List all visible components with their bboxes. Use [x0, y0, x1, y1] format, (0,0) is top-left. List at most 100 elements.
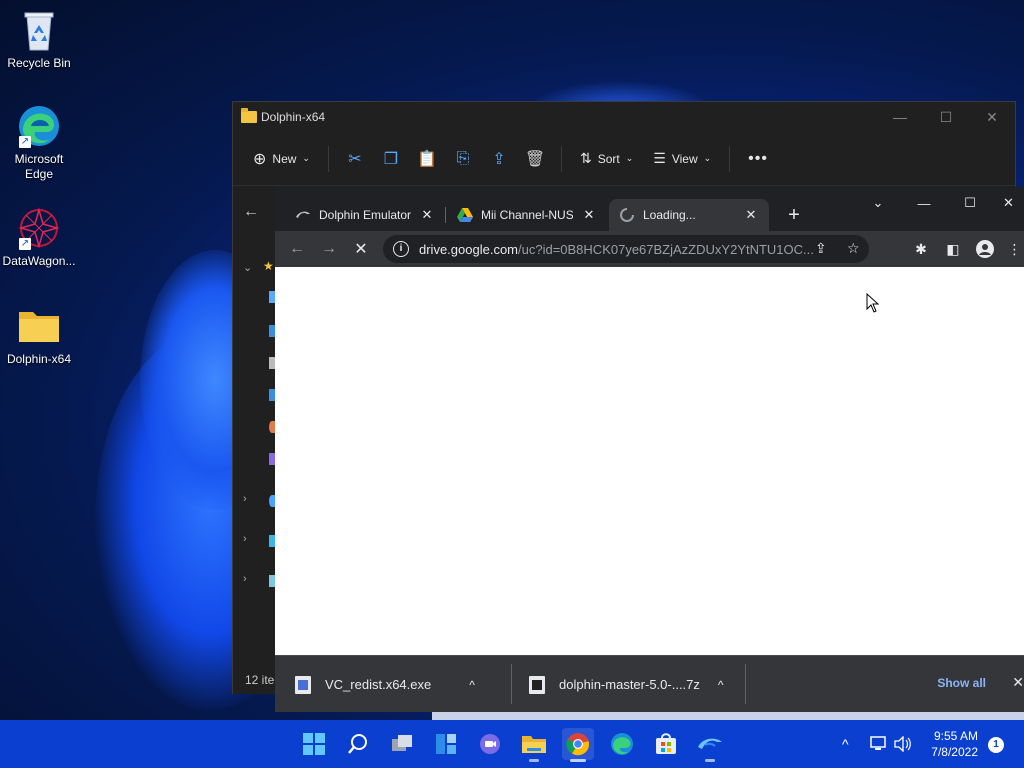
url-path: /uc?id=0B8HCK07ye67BZjAzZDUxY2YtNTU1OC..…	[518, 241, 814, 257]
new-button[interactable]: ⊕ New ⌄	[245, 143, 318, 175]
windows-start-icon[interactable]	[298, 728, 330, 760]
recycle-bin-icon	[17, 8, 61, 52]
view-button[interactable]: ☰ View ⌄	[645, 143, 719, 175]
minimize-button[interactable]: —	[901, 187, 947, 219]
back-arrow-icon[interactable]: ←	[243, 203, 259, 221]
chrome-menu-icon[interactable]: ⋮	[1005, 237, 1024, 261]
tab-loading[interactable]: Loading... ✕	[609, 199, 769, 231]
chevron-down-icon: ⌄	[703, 153, 712, 163]
address-bar[interactable]: i drive.google.com/uc?id=0B8HCK07ye67BZj…	[383, 235, 869, 263]
edge-icon[interactable]	[606, 728, 638, 760]
running-indicator	[705, 759, 715, 762]
show-hidden-icons-button[interactable]: ^	[842, 720, 849, 768]
explorer-nav-pane: ← ⌄ ★ › › ›	[233, 187, 275, 694]
download-name: dolphin-master-5.0-....7z	[559, 677, 700, 692]
task-view-icon[interactable]	[386, 728, 418, 760]
maximize-button[interactable]: ☐	[923, 102, 969, 132]
desktop-icon-label: DataWagon...	[2, 254, 76, 268]
widgets-icon[interactable]	[430, 728, 462, 760]
download-name: VC_redist.x64.exe	[325, 677, 432, 692]
desktop-icon-recycle-bin[interactable]: Recycle Bin	[1, 8, 77, 71]
store-icon[interactable]	[650, 728, 682, 760]
search-icon[interactable]	[342, 728, 374, 760]
loading-spinner-icon	[619, 207, 635, 223]
desktop-icon-dolphin-folder[interactable]: Dolphin-x64	[1, 304, 77, 367]
show-all-downloads-button[interactable]: Show all	[937, 676, 986, 690]
chrome-toolbar: ← → ✕ i drive.google.com/uc?id=0B8HCK07y…	[275, 231, 1024, 267]
sort-icon: ⇅	[579, 150, 592, 166]
download-item-dolphin-master[interactable]: dolphin-master-5.0-....7z ^	[529, 656, 724, 713]
copy-icon[interactable]: ❐	[375, 143, 407, 175]
delete-icon[interactable]: 🗑	[519, 143, 551, 175]
close-button[interactable]: ✕	[969, 102, 1015, 132]
close-tab-icon[interactable]: ✕	[419, 207, 435, 223]
bookmark-star-icon[interactable]: ☆	[847, 240, 860, 257]
rename-icon[interactable]: ⎘	[447, 143, 479, 175]
notification-badge[interactable]: 1	[988, 737, 1004, 753]
cut-icon[interactable]: ✂	[339, 143, 371, 175]
tab-search-button[interactable]: ⌄	[855, 187, 901, 219]
chevron-up-icon[interactable]: ^	[718, 678, 724, 692]
stop-loading-button[interactable]: ✕	[345, 233, 377, 265]
chevron-right-icon[interactable]: ›	[243, 533, 247, 545]
close-download-shelf-icon[interactable]: ✕	[1012, 674, 1024, 691]
active-indicator	[570, 759, 586, 762]
maximize-button[interactable]: ☐	[947, 187, 993, 219]
file-explorer-icon[interactable]	[518, 728, 550, 762]
close-button[interactable]: ✕	[993, 187, 1024, 219]
sort-button[interactable]: ⇅ Sort ⌄	[572, 143, 641, 175]
paste-icon[interactable]: 📋	[411, 143, 443, 175]
back-arrow-icon: ←	[289, 240, 305, 257]
address-url: drive.google.com/uc?id=0B8HCK07ye67BZjAz…	[419, 242, 831, 257]
new-tab-button[interactable]: +	[780, 201, 808, 229]
tab-title: Loading...	[643, 208, 696, 222]
side-panel-icon[interactable]: ◧	[941, 237, 965, 261]
chevron-up-icon[interactable]: ^	[469, 678, 475, 692]
download-divider	[511, 664, 512, 704]
chevron-right-icon[interactable]: ›	[243, 493, 247, 505]
chevron-down-icon: ⌄	[302, 153, 310, 163]
chrome-icon[interactable]	[562, 728, 594, 762]
forward-button[interactable]: →	[313, 233, 345, 265]
more-options-button[interactable]: •••	[740, 143, 776, 175]
folder-icon	[17, 304, 61, 348]
desktop-icon-datawagon[interactable]: ↗ DataWagon...	[1, 206, 77, 269]
desktop-icon-edge[interactable]: ↗ Microsoft Edge	[1, 104, 77, 182]
desktop-icon-label: Microsoft Edge	[14, 152, 64, 181]
tab-divider	[445, 207, 446, 223]
more-icon: •••	[748, 149, 768, 167]
chrome-tab-strip: Dolphin Emulator ✕ Mii Channel-NUS- ✕ Lo…	[275, 187, 1024, 231]
running-indicator	[529, 759, 539, 762]
dolphin-icon[interactable]	[694, 728, 726, 762]
download-shelf: VC_redist.x64.exe ^ dolphin-master-5.0-.…	[275, 655, 1024, 712]
site-info-icon[interactable]: i	[393, 241, 409, 257]
chrome-window[interactable]: Dolphin Emulator ✕ Mii Channel-NUS- ✕ Lo…	[275, 187, 1024, 712]
google-drive-icon	[457, 207, 473, 223]
network-icon[interactable]	[870, 720, 888, 768]
sort-button-label: Sort	[597, 151, 620, 166]
shortcut-arrow-icon: ↗	[19, 136, 31, 148]
profile-avatar-icon[interactable]	[973, 237, 997, 261]
explorer-titlebar[interactable]: Dolphin-x64 — ☐ ✕	[233, 102, 1015, 132]
back-button[interactable]: ←	[281, 233, 313, 265]
tab-mii-channel[interactable]: Mii Channel-NUS- ✕	[447, 199, 607, 231]
extensions-puzzle-icon[interactable]: ✱	[909, 237, 933, 261]
chevron-right-icon[interactable]: ›	[243, 573, 247, 585]
edge-icon: ↗	[17, 104, 61, 148]
forward-arrow-icon: →	[321, 240, 337, 257]
share-icon[interactable]: ⇪	[815, 240, 827, 257]
page-content-area[interactable]	[275, 267, 1024, 655]
close-tab-icon[interactable]: ✕	[581, 207, 597, 223]
window-edge-strip	[432, 712, 1024, 720]
chat-icon[interactable]	[474, 728, 506, 760]
chevron-up-icon: ^	[842, 736, 849, 752]
tab-dolphin-emulator[interactable]: Dolphin Emulator ✕	[285, 199, 445, 231]
minimize-button[interactable]: —	[877, 102, 923, 132]
tab-title: Mii Channel-NUS-	[481, 208, 573, 222]
system-clock[interactable]: 9:55 AM 7/8/2022	[931, 728, 978, 760]
download-item-vc-redist[interactable]: VC_redist.x64.exe ^	[295, 656, 475, 713]
share-icon[interactable]: ⇪	[483, 143, 515, 175]
chevron-down-icon[interactable]: ⌄	[243, 261, 252, 274]
close-tab-icon[interactable]: ✕	[743, 207, 759, 223]
volume-icon[interactable]	[894, 720, 912, 768]
